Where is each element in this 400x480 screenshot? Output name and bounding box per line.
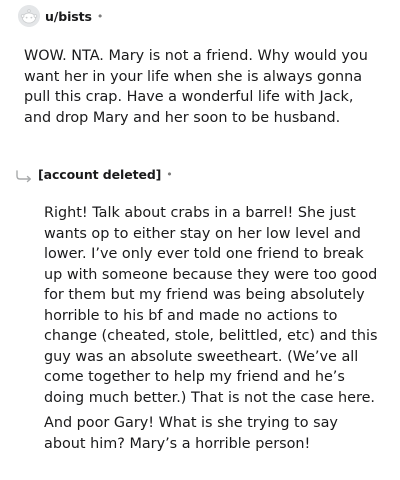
meta-separator: • (96, 9, 104, 23)
reply-arrow-icon (15, 168, 33, 182)
meta-separator: • (166, 168, 173, 181)
comment-body: WOW. NTA. Mary is not a friend. Why woul… (24, 46, 376, 128)
reply-paragraph-2: And poor Gary! What is she trying to say… (44, 415, 338, 452)
reply-header: [account deleted] • (15, 167, 173, 182)
reply-paragraph-1: Right! Talk about crabs in a barrel! She… (44, 205, 378, 406)
snoo-avatar-icon[interactable] (18, 5, 40, 27)
comment-author[interactable]: u/bists (45, 9, 92, 24)
comment-paragraph: WOW. NTA. Mary is not a friend. Why woul… (24, 48, 368, 126)
comment-header: u/bists • (18, 5, 103, 27)
reply-body: Right! Talk about crabs in a barrel! She… (44, 203, 380, 454)
comment-author-deleted: [account deleted] (38, 167, 162, 182)
